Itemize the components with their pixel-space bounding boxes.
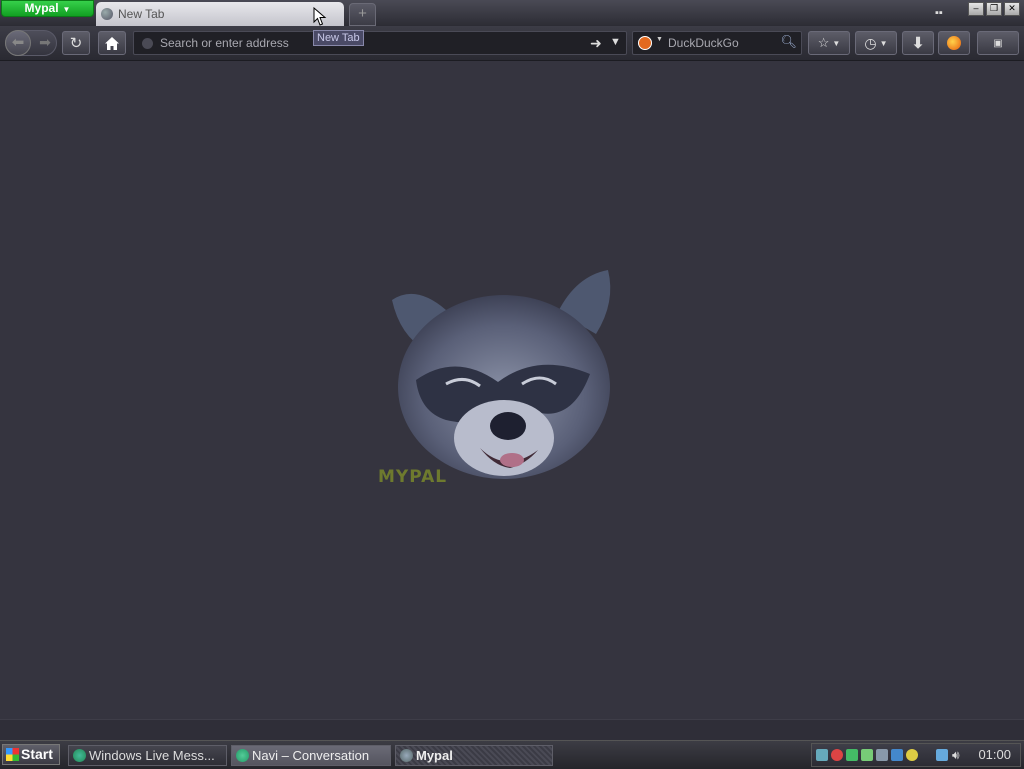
taskbar-item-conversation[interactable]: Navi – Conversation	[231, 745, 391, 766]
tab-tooltip: New Tab	[313, 30, 364, 46]
app-menu-label: Mypal	[24, 1, 59, 15]
site-identity-icon[interactable]	[142, 38, 153, 49]
mypal-icon	[400, 749, 413, 762]
start-label: Start	[21, 746, 53, 762]
bookmarks-button[interactable]: ☆ ▼	[808, 31, 850, 55]
search-bar[interactable]: ▼ 🔍︎	[632, 31, 802, 55]
chevron-down-icon: ▼	[62, 5, 71, 14]
search-input[interactable]	[668, 34, 776, 52]
window-controls: – ❐ ✕	[968, 2, 1020, 16]
raccoon-logo-icon	[392, 270, 611, 479]
bookmark-star-icon: ☆	[817, 35, 830, 50]
new-tab-button[interactable]: +	[349, 3, 376, 26]
users-icon[interactable]	[861, 749, 873, 761]
back-forward-group: ⬅ ➡	[5, 30, 57, 56]
task-label: Mypal	[416, 748, 453, 763]
back-button[interactable]: ⬅	[5, 30, 31, 56]
downloads-button[interactable]: ⬇	[902, 31, 934, 55]
history-button[interactable]: ◷ ▼	[855, 31, 897, 55]
network-icon[interactable]	[816, 749, 828, 761]
taskbar-item-mypal[interactable]: Mypal	[395, 745, 553, 766]
network-connections-icon[interactable]	[936, 749, 948, 761]
addon-icon: ▣	[993, 37, 1003, 49]
monitor-icon[interactable]	[891, 749, 903, 761]
chevron-down-icon: ▼	[879, 38, 888, 48]
dropdown-icon[interactable]: ▼	[610, 36, 621, 48]
engine-dropdown-icon[interactable]: ▼	[656, 36, 663, 43]
messenger-icon	[73, 749, 86, 762]
tab-new-tab[interactable]: New Tab	[96, 2, 344, 26]
close-button[interactable]: ✕	[1004, 2, 1020, 16]
forward-arrow-icon: ➡	[39, 34, 51, 50]
mouse-cursor-icon	[313, 7, 327, 26]
reload-icon: ↻	[69, 35, 83, 52]
list-all-tabs-icon[interactable]: ▪▪	[935, 7, 947, 19]
taskbar-item-messenger[interactable]: Windows Live Mess...	[68, 745, 227, 766]
taskbar: Start Windows Live Mess... Navi – Conver…	[0, 740, 1024, 769]
home-button[interactable]	[98, 31, 126, 55]
windows-logo-icon	[6, 748, 19, 761]
duckduckgo-icon[interactable]	[638, 36, 652, 50]
clock: 01:00	[978, 747, 1011, 762]
navigation-toolbar: ⬅ ➡ ↻ ➜ ▼ ▼ 🔍︎ ☆▼ ◷▼ ⬇ ▣	[0, 26, 1024, 61]
globe-icon	[101, 8, 113, 20]
messenger-icon	[236, 749, 249, 762]
disc-icon[interactable]	[906, 749, 918, 761]
forward-button[interactable]: ➡	[35, 31, 55, 55]
addon-button[interactable]: ▣	[977, 31, 1019, 55]
status-bar	[0, 719, 1024, 740]
app-menu-button[interactable]: Mypal ▼	[1, 0, 94, 17]
tab-title: New Tab	[118, 7, 165, 21]
system-tray: 🔊︎ 01:00	[811, 743, 1021, 767]
search-magnifier-icon[interactable]: 🔍︎	[780, 34, 797, 50]
app-tray-icon[interactable]	[876, 749, 888, 761]
firefox-icon	[947, 36, 961, 50]
messenger-tray-icon[interactable]	[846, 749, 858, 761]
home-icon	[105, 36, 119, 50]
minimize-button[interactable]: –	[968, 2, 984, 16]
chevron-down-icon: ▼	[832, 38, 841, 48]
reload-button[interactable]: ↻	[62, 31, 90, 55]
restore-button[interactable]: ❐	[986, 2, 1002, 16]
download-icon: ⬇	[911, 35, 925, 52]
antivirus-icon[interactable]	[831, 749, 843, 761]
task-label: Navi – Conversation	[252, 748, 370, 763]
go-arrow-icon[interactable]: ➜	[590, 35, 602, 52]
history-clock-icon: ◷	[864, 34, 877, 51]
volume-icon[interactable]: 🔊︎	[952, 749, 964, 761]
firefox-menu-button[interactable]	[938, 31, 970, 55]
start-button[interactable]: Start	[2, 744, 60, 765]
task-label: Windows Live Mess...	[89, 748, 215, 763]
address-bar[interactable]: ➜ ▼	[133, 31, 627, 55]
back-arrow-icon: ⬅	[11, 34, 25, 51]
brand-wordmark: MYPAL	[378, 467, 448, 487]
title-bar: Mypal ▼ New Tab + ▪▪ – ❐ ✕	[0, 0, 1024, 26]
